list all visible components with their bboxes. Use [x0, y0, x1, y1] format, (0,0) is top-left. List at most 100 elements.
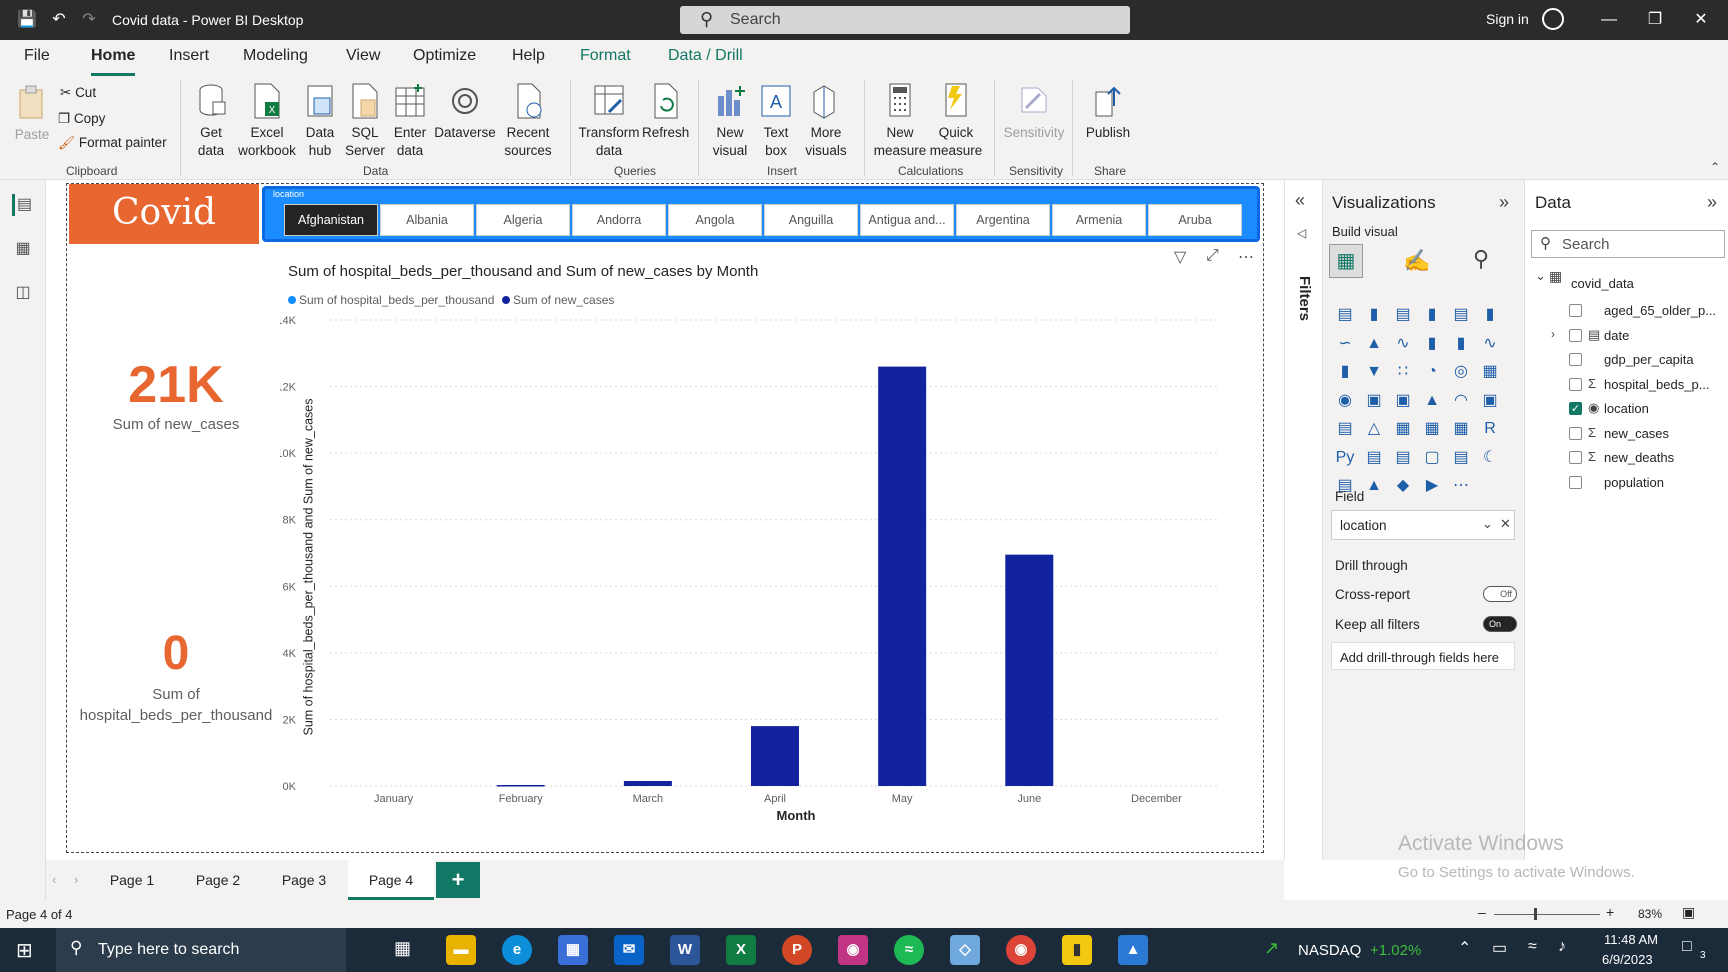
field-row[interactable]: Σnew_deaths	[1525, 449, 1725, 471]
menu-insert[interactable]: Insert	[169, 47, 209, 65]
legend-item[interactable]: Sum of new_cases	[502, 293, 614, 307]
pie-icon[interactable]: ◔	[1420, 361, 1444, 383]
minimize-icon[interactable]: —	[1594, 8, 1624, 32]
add-drill-through-well[interactable]: Add drill-through fields here	[1331, 642, 1515, 670]
line-icon[interactable]: ∽	[1333, 333, 1357, 355]
analytics-icon[interactable]: ⚲	[1473, 246, 1489, 272]
matrix-icon[interactable]: ▦	[1449, 418, 1473, 440]
100-bar-icon[interactable]: ▤	[1449, 304, 1473, 326]
powerbi-taskbar-icon[interactable]: ▮	[1062, 935, 1092, 965]
donut-icon[interactable]: ◎	[1449, 361, 1473, 383]
gauge-icon[interactable]: ◠	[1449, 390, 1473, 412]
field-checkbox[interactable]	[1569, 475, 1582, 489]
field-checkbox[interactable]	[1569, 304, 1582, 317]
clock-time[interactable]: 11:48 AM	[1604, 932, 1658, 947]
publish-button[interactable]: Publish	[1080, 82, 1136, 142]
azure-map-icon[interactable]: ▲	[1420, 390, 1444, 412]
field-row[interactable]: population	[1525, 474, 1725, 496]
filled-map-icon[interactable]: ▣	[1362, 390, 1386, 412]
table-view-icon[interactable]: ▦	[12, 238, 34, 260]
slicer-item[interactable]: Armenia	[1052, 204, 1146, 236]
slicer-item[interactable]: Anguilla	[764, 204, 858, 236]
paste-button[interactable]: Paste	[12, 84, 52, 144]
next-page-icon[interactable]: ›	[74, 872, 78, 887]
notification-icon[interactable]: □	[1682, 938, 1692, 956]
refresh-button[interactable]: Refresh	[642, 82, 689, 142]
power-automate-icon[interactable]: ◆	[1391, 475, 1415, 497]
funnel-icon[interactable]: ▼	[1362, 361, 1386, 383]
chevron-down-icon[interactable]: ⌄	[1482, 516, 1493, 532]
menu-data-drill[interactable]: Data / Drill	[668, 47, 743, 65]
menu-file[interactable]: File	[24, 47, 50, 65]
restore-icon[interactable]: ❐	[1640, 8, 1670, 32]
format-painter-button[interactable]: 🖌 Format painter	[58, 134, 167, 152]
page-tab[interactable]: Page 2	[176, 860, 260, 900]
battery-icon[interactable]: ▭	[1492, 938, 1507, 958]
card-icon[interactable]: ▣	[1478, 390, 1502, 412]
goals-icon[interactable]: ☾	[1478, 447, 1502, 469]
menu-home[interactable]: Home	[91, 47, 136, 76]
waterfall-icon[interactable]: ▮	[1333, 361, 1357, 383]
power-apps-icon[interactable]: ▲	[1362, 475, 1386, 497]
slicer-item[interactable]: Aruba	[1148, 204, 1242, 236]
stacked-area-icon[interactable]: ∿	[1391, 333, 1415, 355]
copy-button[interactable]: ❐ Copy	[58, 110, 105, 128]
slicer-item[interactable]: Antigua and...	[860, 204, 954, 236]
slicer-item[interactable]: Argentina	[956, 204, 1050, 236]
field-row[interactable]: › ▤ date	[1525, 327, 1725, 349]
enter-data-button[interactable]: Enter data	[388, 82, 432, 160]
filters-pane[interactable]: « ◁ Filters	[1284, 180, 1322, 860]
sign-in-link[interactable]: Sign in	[1486, 11, 1529, 27]
python-visual-icon[interactable]: Py	[1333, 447, 1357, 469]
field-checkbox[interactable]	[1569, 353, 1582, 366]
cut-button[interactable]: ✂ Cut	[60, 84, 96, 102]
slicer-item[interactable]: Angola	[668, 204, 762, 236]
shape-map-icon[interactable]: ▣	[1391, 390, 1415, 412]
report-title[interactable]: Covid Data	[69, 184, 259, 291]
wifi-icon[interactable]: ≈	[1528, 938, 1537, 956]
menu-help[interactable]: Help	[512, 47, 545, 65]
keep-filters-toggle[interactable]: On	[1483, 616, 1517, 632]
chevron-down-icon[interactable]: ⌄	[1535, 268, 1546, 284]
qa-icon[interactable]: ▢	[1420, 447, 1444, 469]
table-name[interactable]: covid_data	[1571, 276, 1634, 291]
sensitivity-button[interactable]: Sensitivity	[1002, 82, 1066, 142]
area-icon[interactable]: ▲	[1362, 333, 1386, 355]
treemap-icon[interactable]: ▦	[1478, 361, 1502, 383]
transform-data-button[interactable]: Transform data	[578, 82, 640, 160]
stacked-column-icon[interactable]: ▮	[1362, 304, 1386, 326]
narrative-icon[interactable]: ▤	[1449, 447, 1473, 469]
field-checkbox[interactable]	[1569, 328, 1582, 342]
powerpoint-icon[interactable]: P	[782, 935, 812, 965]
zoom-slider-thumb[interactable]	[1534, 908, 1537, 920]
field-well[interactable]: location ⌄ ✕	[1331, 510, 1515, 540]
more-visuals-button[interactable]: More visuals	[800, 82, 852, 160]
expand-pane-icon[interactable]: »	[1499, 192, 1509, 213]
collapse-ribbon-icon[interactable]: ⌃	[1710, 160, 1720, 174]
slicer-item[interactable]: Albania	[380, 204, 474, 236]
clustered-column-icon[interactable]: ▮	[1420, 304, 1444, 326]
word-icon[interactable]: W	[670, 935, 700, 965]
field-row[interactable]: gdp_per_capita	[1525, 351, 1725, 373]
sql-server-button[interactable]: SQL Server	[344, 82, 386, 160]
zoom-out-icon[interactable]: –	[1478, 904, 1486, 920]
collapse-pane-icon[interactable]: «	[1295, 190, 1305, 211]
dataverse-button[interactable]: Dataverse	[434, 82, 496, 142]
windows-start-icon[interactable]: ⊞	[16, 938, 33, 963]
cross-report-toggle[interactable]: Off	[1483, 586, 1517, 602]
focus-mode-icon[interactable]: ⤢	[1206, 247, 1219, 265]
r-visual-icon[interactable]: R	[1478, 418, 1502, 440]
instagram-icon[interactable]: ◉	[838, 935, 868, 965]
file-explorer-icon[interactable]: ▬	[446, 935, 476, 965]
store-icon[interactable]: ▦	[558, 935, 588, 965]
chrome-icon[interactable]: ◉	[1006, 935, 1036, 965]
field-row[interactable]: aged_65_older_p...	[1525, 302, 1725, 324]
menu-optimize[interactable]: Optimize	[413, 47, 476, 65]
quick-measure-button[interactable]: Quick measure	[928, 82, 984, 160]
save-icon[interactable]: 💾	[16, 9, 38, 31]
add-page-button[interactable]: +	[436, 862, 480, 898]
field-checkbox[interactable]: ✓	[1569, 402, 1582, 415]
volume-icon[interactable]: ♪	[1558, 938, 1566, 956]
legend-item[interactable]: Sum of hospital_beds_per_thousand	[288, 293, 494, 307]
clustered-bar-icon[interactable]: ▤	[1391, 304, 1415, 326]
